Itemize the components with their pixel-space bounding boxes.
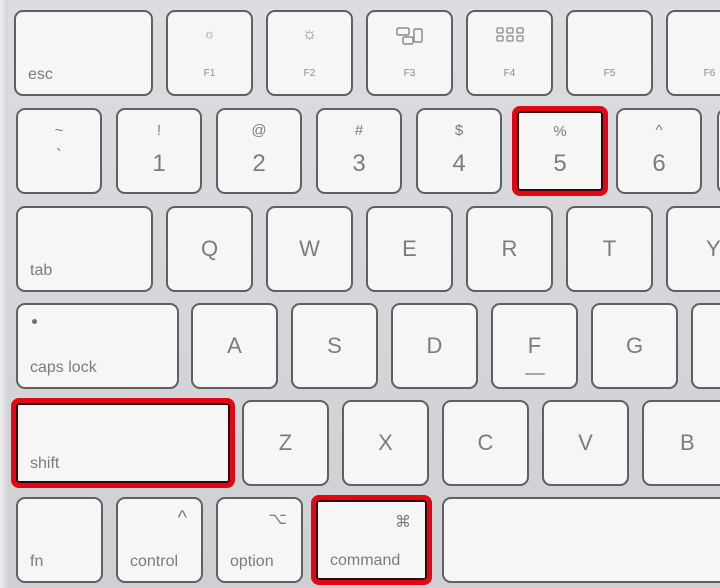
key-f4-label: F4 [503,68,516,79]
key-fn[interactable]: fn [16,497,103,583]
key-fn-label: fn [30,553,44,570]
key-f-label: F [527,333,542,358]
key-f4[interactable]: F4 [466,10,553,96]
key-command-highlighted[interactable]: ⌘ command [311,495,432,585]
key-3-main: 3 [352,150,366,177]
key-backtick-shift: ~ [54,122,64,139]
key-a[interactable]: A [191,303,278,389]
key-option-label: option [230,553,274,570]
key-d[interactable]: D [391,303,478,389]
key-backtick-main: ` [56,146,62,166]
key-5-highlighted[interactable]: % 5 [512,106,608,196]
keyboard: esc ☼ F1 ☼ F2 F3 F4 F5 F6 ~ ` ! 1 @ 2 # … [0,0,720,588]
key-f3[interactable]: F3 [366,10,453,96]
key-tab[interactable]: tab [16,206,153,292]
key-e[interactable]: E [366,206,453,292]
key-d-label: D [426,333,443,358]
key-1-shift: ! [156,122,162,139]
key-option[interactable]: ⌥ option [216,497,303,583]
key-f1-label: F1 [203,68,216,79]
key-f2-label: F2 [303,68,316,79]
key-t[interactable]: T [566,206,653,292]
key-2-main: 2 [252,150,266,177]
key-2[interactable]: @ 2 [216,108,302,194]
key-1-main: 1 [152,150,166,177]
key-z[interactable]: Z [242,400,329,486]
brightness-down-icon: ☼ [203,26,216,41]
control-symbol-icon: ^ [177,507,187,529]
key-f5[interactable]: F5 [566,10,653,96]
key-b[interactable]: B [642,400,720,486]
key-caps-lock[interactable]: caps lock [16,303,179,389]
key-esc[interactable]: esc [14,10,153,96]
option-symbol-icon: ⌥ [268,511,287,528]
key-6-main: 6 [652,150,666,177]
key-f2[interactable]: ☼ F2 [266,10,353,96]
key-s[interactable]: S [291,303,378,389]
key-q[interactable]: Q [166,206,253,292]
key-a-label: A [227,333,242,358]
key-control-label: control [130,553,179,570]
key-z-label: Z [278,430,293,455]
key-space[interactable] [442,497,720,583]
key-f[interactable]: F [491,303,578,389]
key-3-shift: # [354,122,364,139]
key-caps-lock-label: caps lock [30,359,97,376]
key-t-label: T [602,236,617,261]
key-x[interactable]: X [342,400,429,486]
key-x-label: X [378,430,393,455]
key-shift-label: shift [30,455,60,472]
key-c-label: C [477,430,494,455]
key-backtick[interactable]: ~ ` [16,108,102,194]
key-4-main: 4 [452,150,466,177]
key-4-shift: $ [454,122,464,139]
key-4[interactable]: $ 4 [416,108,502,194]
key-f1[interactable]: ☼ F1 [166,10,253,96]
key-r[interactable]: R [466,206,553,292]
key-b-label: B [680,430,695,455]
key-q-label: Q [200,236,219,261]
key-g[interactable]: G [591,303,678,389]
key-6-shift: ^ [655,122,663,139]
key-c[interactable]: C [442,400,529,486]
key-s-label: S [327,333,342,358]
key-w[interactable]: W [266,206,353,292]
key-w-label: W [299,236,320,261]
key-y-label: Y [706,236,720,261]
key-1[interactable]: ! 1 [116,108,202,194]
key-h-partial[interactable] [691,303,720,389]
key-e-label: E [402,236,417,261]
command-symbol-icon: ⌘ [395,514,411,531]
key-2-shift: @ [251,122,267,139]
launchpad-icon [468,26,551,48]
key-g-label: G [625,333,644,358]
key-3[interactable]: # 3 [316,108,402,194]
key-v[interactable]: V [542,400,629,486]
key-f5-label: F5 [603,68,616,79]
mission-control-icon [368,26,451,50]
key-y[interactable]: Y [666,206,720,292]
key-5-main: 5 [553,150,567,177]
caps-lock-indicator [32,319,37,324]
key-command-label: command [330,552,401,569]
key-r-label: R [501,236,518,261]
key-f6-label: F6 [703,68,716,79]
key-v-label: V [578,430,593,455]
brightness-up-icon: ☼ [301,24,318,43]
key-shift-highlighted[interactable]: shift [11,398,235,488]
key-control[interactable]: ^ control [116,497,203,583]
key-tab-label: tab [30,262,53,279]
key-6[interactable]: ^ 6 [616,108,702,194]
key-f6[interactable]: F6 [666,10,720,96]
key-esc-label: esc [28,66,53,83]
key-5-shift: % [553,123,567,140]
home-row-bump [524,373,545,375]
key-f3-label: F3 [403,68,416,79]
